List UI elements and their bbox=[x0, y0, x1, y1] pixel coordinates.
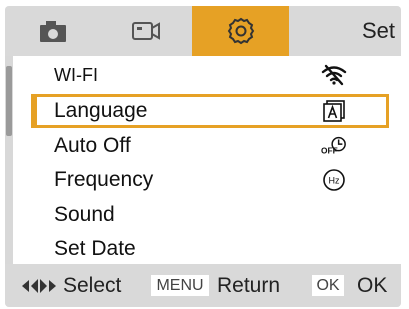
camera-settings-screen: Set WI-FI Language Auto Off OFF Frequenc… bbox=[5, 6, 401, 307]
tab-bar: Set bbox=[5, 6, 401, 56]
menu-item-wifi[interactable]: WI-FI bbox=[13, 58, 401, 92]
video-icon bbox=[132, 22, 160, 40]
return-hint: Return bbox=[217, 274, 281, 297]
menu-item-set-date[interactable]: Set Date bbox=[13, 232, 401, 266]
scrollbar[interactable] bbox=[5, 56, 13, 264]
ok-hint: OK bbox=[357, 274, 388, 297]
scrollbar-thumb[interactable] bbox=[6, 66, 12, 136]
navigate-arrows-icon bbox=[22, 279, 56, 293]
auto-off-icon: OFF bbox=[321, 133, 347, 159]
menu-item-label: Set Date bbox=[54, 237, 136, 260]
language-icon bbox=[321, 98, 347, 124]
selection-marker bbox=[31, 94, 37, 128]
menu-item-auto-off[interactable]: Auto Off OFF bbox=[13, 129, 401, 163]
select-hint: Select bbox=[63, 274, 122, 297]
menu-item-language[interactable]: Language bbox=[13, 94, 401, 128]
menu-key-badge: MENU bbox=[151, 275, 209, 296]
screen-title: Set bbox=[361, 18, 395, 43]
tab-camera[interactable] bbox=[5, 6, 100, 56]
camera-icon bbox=[39, 21, 66, 42]
menu-item-label: WI-FI bbox=[54, 64, 98, 85]
svg-text:Hz: Hz bbox=[329, 176, 340, 186]
control-hints-bar: Select MENU Return OK OK bbox=[5, 264, 401, 307]
wifi-off-icon bbox=[321, 62, 347, 88]
frequency-hz-icon: Hz bbox=[321, 167, 347, 193]
menu-item-label: Language bbox=[54, 99, 148, 122]
tab-video[interactable] bbox=[100, 6, 192, 56]
menu-item-label: Sound bbox=[54, 203, 115, 226]
menu-item-label: Auto Off bbox=[54, 134, 131, 157]
ok-key-badge: OK bbox=[312, 275, 344, 296]
settings-gear-icon bbox=[227, 17, 254, 45]
tab-settings[interactable] bbox=[192, 6, 289, 56]
menu-item-label: Frequency bbox=[54, 168, 154, 191]
settings-menu-list: WI-FI Language Auto Off OFF Frequency Hz… bbox=[5, 56, 401, 264]
menu-item-sound[interactable]: Sound bbox=[13, 198, 401, 232]
menu-item-frequency[interactable]: Frequency Hz bbox=[13, 163, 401, 197]
